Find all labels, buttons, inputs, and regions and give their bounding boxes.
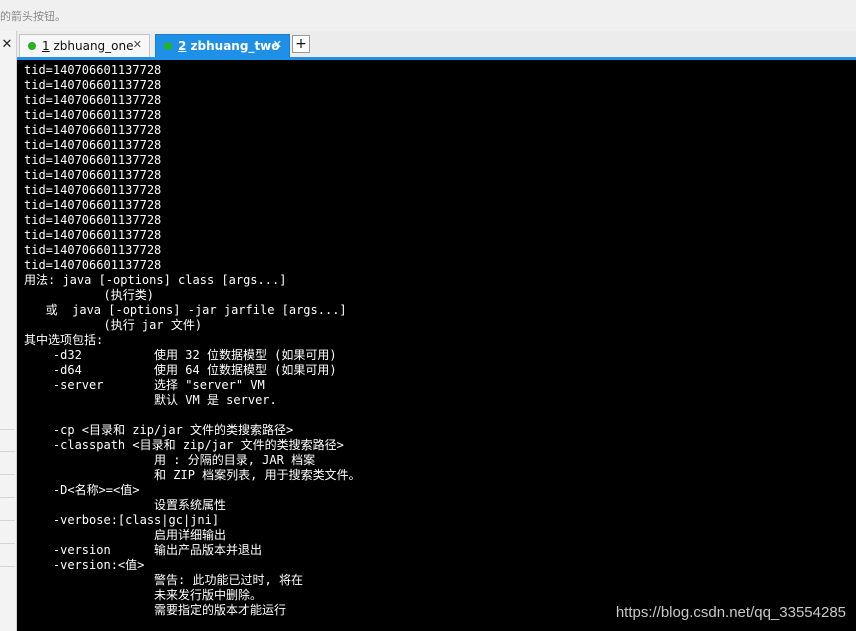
terminal-line: -d32 使用 32 位数据模型 (如果可用) (24, 348, 337, 362)
terminal-line: -classpath <目录和 zip/jar 文件的类搜索路径> (24, 438, 344, 452)
terminal-line: 未来发行版中删除。 (24, 588, 263, 602)
session-tab-strip: 1 zbhuang_one ✕ 2 zbhuang_two ✕ + (17, 31, 856, 57)
tab-label: 2 zbhuang_two (178, 39, 280, 53)
terminal-line: tid=140706601137728 (24, 78, 162, 92)
terminal-line: 启用详细输出 (24, 528, 227, 542)
hint-bar: 的箭头按钮。 (0, 0, 856, 31)
panel-divider (0, 543, 15, 544)
terminal-line: -verbose:[class|gc|jni] (24, 513, 220, 527)
terminal-line: -cp <目录和 zip/jar 文件的类搜索路径> (24, 423, 294, 437)
terminal-line: 用 : 分隔的目录, JAR 档案 (24, 453, 316, 467)
panel-divider (0, 566, 15, 567)
terminal-line: 其中选项包括: (24, 333, 104, 347)
connected-status-icon (164, 42, 172, 50)
terminal-line: (执行类) (24, 288, 154, 302)
hint-text: 的箭头按钮。 (0, 10, 66, 23)
terminal-line: 警告: 此功能已过时, 将在 (24, 573, 303, 587)
watermark-text: https://blog.csdn.net/qq_33554285 (615, 604, 846, 621)
close-icon[interactable]: ✕ (0, 38, 14, 52)
terminal-line: tid=140706601137728 (24, 213, 162, 227)
terminal-line: tid=140706601137728 (24, 198, 162, 212)
panel-divider (0, 497, 15, 498)
terminal-line: tid=140706601137728 (24, 108, 162, 122)
terminal-line: tid=140706601137728 (24, 183, 162, 197)
session-side-panel: ✕ (0, 31, 17, 631)
terminal-line: tid=140706601137728 (24, 228, 162, 242)
terminal-line: 用法: java [-options] class [args...] (24, 273, 287, 287)
terminal-lines: tid=140706601137728 tid=140706601137728 ti… (24, 63, 361, 618)
terminal-line: -version:<值> (24, 558, 145, 572)
terminal-line: -D<名称>=<值> (24, 483, 140, 497)
tab-zbhuang-one[interactable]: 1 zbhuang_one ✕ (19, 34, 150, 57)
terminal-line: 或 java [-options] -jar jarfile [args...] (24, 303, 347, 317)
tab-zbhuang-two[interactable]: 2 zbhuang_two ✕ (155, 34, 290, 57)
terminal-line: tid=140706601137728 (24, 258, 162, 272)
terminal-line: -version 输出产品版本并退出 (24, 543, 263, 557)
terminal-line: 默认 VM 是 server. (24, 393, 277, 407)
terminal-line: tid=140706601137728 (24, 123, 162, 137)
panel-divider (0, 451, 15, 452)
panel-divider (0, 474, 15, 475)
new-tab-button[interactable]: + (292, 35, 310, 53)
tab-label: 1 zbhuang_one (42, 39, 134, 53)
terminal-line: tid=140706601137728 (24, 63, 162, 77)
terminal-line: (执行 jar 文件) (24, 318, 203, 332)
terminal-line: -d64 使用 64 位数据模型 (如果可用) (24, 363, 337, 377)
panel-divider (0, 429, 15, 430)
tab-close-icon[interactable]: ✕ (133, 38, 142, 51)
terminal-line: 设置系统属性 (24, 498, 227, 512)
terminal-output[interactable]: tid=140706601137728 tid=140706601137728 ti… (17, 60, 856, 631)
terminal-line: 和 ZIP 档案列表, 用于搜索类文件。 (24, 468, 361, 482)
terminal-line: tid=140706601137728 (24, 138, 162, 152)
terminal-line: tid=140706601137728 (24, 153, 162, 167)
terminal-line: tid=140706601137728 (24, 168, 162, 182)
tab-close-icon[interactable]: ✕ (273, 38, 282, 51)
terminal-app-window: 的箭头按钮。 ✕ 1 zbhuang_one ✕ 2 zbhuang_two ✕… (0, 0, 856, 631)
terminal-line: -server 选择 "server" VM (24, 378, 265, 392)
terminal-line: tid=140706601137728 (24, 243, 162, 257)
terminal-line: tid=140706601137728 (24, 93, 162, 107)
panel-divider (0, 520, 15, 521)
connected-status-icon (28, 42, 36, 50)
terminal-line: 需要指定的版本才能运行 (24, 603, 287, 617)
